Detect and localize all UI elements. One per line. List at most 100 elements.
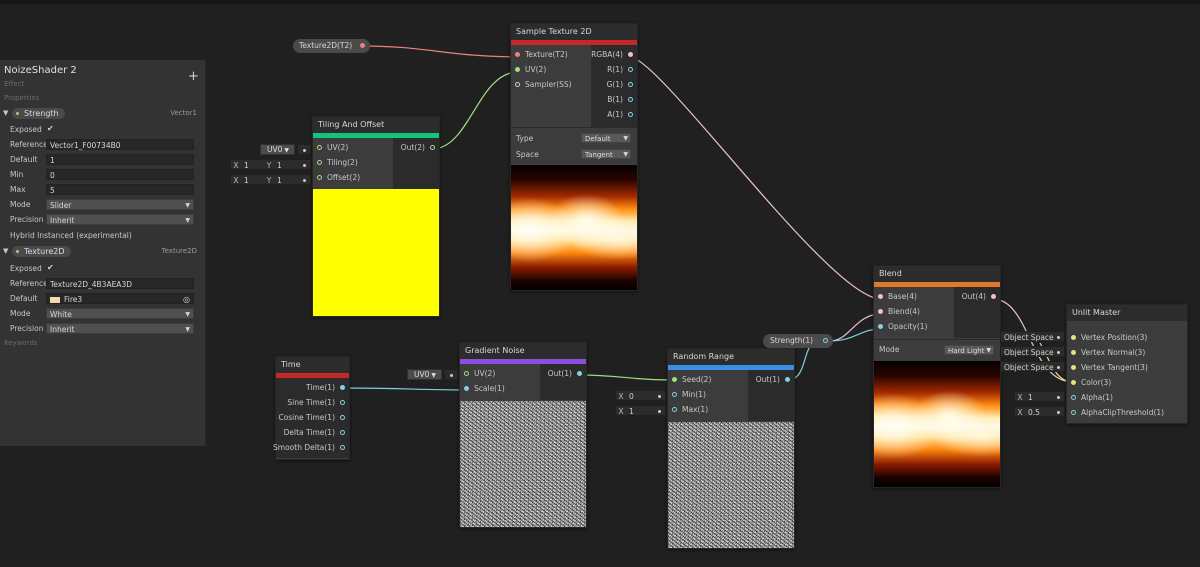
wire-sample-rgba-to-blend-base[interactable]: [629, 56, 882, 300]
output-port-dot-icon[interactable]: [340, 445, 345, 450]
node-title[interactable]: Tiling And Offset: [313, 117, 439, 133]
min-field[interactable]: 0: [626, 391, 634, 402]
precision-dropdown[interactable]: Inherit ▼: [46, 214, 194, 225]
reference-field[interactable]: Vector1_F00734B0: [46, 139, 194, 150]
input-port-dot-icon[interactable]: [672, 392, 677, 397]
input-port-dot-icon[interactable]: [1071, 365, 1076, 370]
input-port-dot-icon[interactable]: [1071, 395, 1076, 400]
node-title[interactable]: Sample Texture 2D: [511, 24, 637, 40]
precision-dropdown[interactable]: Inherit ▼: [46, 323, 194, 334]
input-port-dot-icon[interactable]: [515, 82, 520, 87]
alpha-clip-value-input[interactable]: X 0.5: [1014, 406, 1065, 417]
max-field[interactable]: 5: [46, 184, 194, 195]
node-title[interactable]: Random Range: [668, 349, 794, 365]
row-hybrid[interactable]: Hybrid Instanced (experimental): [0, 229, 205, 243]
output-port-cosine-time[interactable]: Cosine Time(1): [278, 411, 345, 425]
type-dropdown[interactable]: Default ▼: [581, 133, 631, 143]
output-port-out[interactable]: Out(2): [401, 141, 435, 155]
wire-tiling-to-sample-uv[interactable]: [431, 71, 519, 150]
gradient-noise-node[interactable]: Gradient Noise UV(2) Scale(1) Out(1): [459, 342, 587, 528]
output-port-delta-time[interactable]: Delta Time(1): [284, 426, 345, 440]
plus-icon[interactable]: +: [188, 69, 199, 84]
blend-mode-dropdown[interactable]: Hard Light ▼: [944, 345, 994, 355]
exposed-checkbox[interactable]: ✔: [47, 263, 54, 272]
random-range-node[interactable]: Random Range Seed(2) Min(1) Max(1) Out(1…: [667, 348, 795, 549]
uv-channel-dropdown[interactable]: UV0 ▼: [260, 144, 295, 155]
output-port-dot-icon[interactable]: [340, 400, 345, 405]
input-port-dot-icon[interactable]: [878, 309, 883, 314]
exposed-checkbox[interactable]: ✔: [47, 124, 54, 133]
input-port-dot-icon[interactable]: [317, 145, 322, 150]
alpha-field[interactable]: 1: [1025, 392, 1033, 403]
output-port-g[interactable]: G(1): [607, 78, 633, 92]
input-port-dot-icon[interactable]: [1071, 380, 1076, 385]
input-port-uv[interactable]: UV(2): [464, 367, 495, 381]
input-port-dot-icon[interactable]: [464, 371, 469, 376]
input-port-sampler[interactable]: Sampler(SS): [515, 78, 572, 92]
input-port-uv[interactable]: UV(2): [317, 141, 348, 155]
output-port-dot-icon[interactable]: [577, 371, 582, 376]
output-port-rgba[interactable]: RGBA(4): [591, 48, 633, 62]
offset-x-field[interactable]: 1: [241, 175, 264, 186]
output-port-sine-time[interactable]: Sine Time(1): [287, 396, 345, 410]
input-port-blend[interactable]: Blend(4): [878, 305, 920, 319]
input-port-dot-icon[interactable]: [515, 67, 520, 72]
input-port-opacity[interactable]: Opacity(1): [878, 320, 927, 334]
texture2d-property-node[interactable]: Texture2D(T2): [293, 39, 370, 53]
output-port-dot-icon[interactable]: [628, 82, 633, 87]
input-port-vertex-tangent[interactable]: Vertex Tangent(3): [1071, 361, 1148, 375]
input-port-dot-icon[interactable]: [672, 377, 677, 382]
node-title[interactable]: Gradient Noise: [460, 343, 586, 359]
min-field[interactable]: 0: [46, 169, 194, 180]
texture-object-field[interactable]: Fire3 ◎: [46, 293, 194, 304]
object-picker-icon[interactable]: ◎: [183, 294, 190, 305]
sample-texture-2d-node[interactable]: Sample Texture 2D Texture(T2) UV(2) Samp…: [510, 23, 638, 291]
alpha-value-input[interactable]: X1: [1014, 391, 1065, 402]
output-port-out[interactable]: Out(1): [548, 367, 582, 381]
output-port-smooth-delta[interactable]: Smooth Delta(1): [273, 441, 345, 455]
strength-property-node[interactable]: Strength(1): [763, 334, 833, 348]
input-port-max[interactable]: Max(1): [672, 403, 708, 417]
output-port-icon[interactable]: [823, 338, 828, 343]
input-port-alpha[interactable]: Alpha(1): [1071, 391, 1113, 405]
output-port-icon[interactable]: [360, 43, 365, 48]
output-port-dot-icon[interactable]: [340, 430, 345, 435]
uv-channel-dropdown[interactable]: UV0 ▼: [407, 369, 442, 380]
max-value-input[interactable]: X1: [615, 405, 666, 416]
mode-dropdown[interactable]: White ▼: [46, 308, 194, 319]
input-port-scale[interactable]: Scale(1): [464, 382, 505, 396]
input-port-dot-icon[interactable]: [878, 324, 883, 329]
output-port-a[interactable]: A(1): [607, 108, 633, 122]
vertex-tangent-space-input[interactable]: Object Space: [1000, 361, 1065, 372]
input-port-dot-icon[interactable]: [878, 294, 883, 299]
tiling-x-field[interactable]: 1: [241, 160, 264, 171]
output-port-dot-icon[interactable]: [628, 97, 633, 102]
output-port-dot-icon[interactable]: [628, 67, 633, 72]
input-port-dot-icon[interactable]: [515, 52, 520, 57]
output-port-r[interactable]: R(1): [607, 63, 633, 77]
max-field[interactable]: 1: [626, 406, 634, 417]
node-title[interactable]: Blend: [874, 266, 1000, 282]
output-port-dot-icon[interactable]: [340, 415, 345, 420]
output-port-b[interactable]: B(1): [607, 93, 633, 107]
input-port-vertex-normal[interactable]: Vertex Normal(3): [1071, 346, 1145, 360]
node-title[interactable]: Unlit Master: [1067, 305, 1187, 321]
property-strength-header[interactable]: ▼ Strength Vector1: [0, 107, 205, 121]
property-pill-texture[interactable]: Texture2D: [12, 246, 71, 257]
space-dropdown[interactable]: Tangent ▼: [581, 149, 631, 159]
input-port-dot-icon[interactable]: [1071, 335, 1076, 340]
output-port-dot-icon[interactable]: [430, 145, 435, 150]
input-port-dot-icon[interactable]: [317, 175, 322, 180]
input-port-base[interactable]: Base(4): [878, 290, 917, 304]
min-value-input[interactable]: X0: [615, 390, 666, 401]
input-port-seed[interactable]: Seed(2): [672, 373, 711, 387]
tiling-and-offset-node[interactable]: Tiling And Offset UV(2) Tiling(2) Offset…: [312, 116, 440, 317]
output-port-dot-icon[interactable]: [628, 52, 633, 57]
input-port-dot-icon[interactable]: [317, 160, 322, 165]
input-port-tiling[interactable]: Tiling(2): [317, 156, 358, 170]
wire-texture-to-sample[interactable]: [359, 45, 519, 58]
property-texture-header[interactable]: ▼ Texture2D Texture2D: [0, 245, 205, 259]
tiling-y-field[interactable]: 1: [274, 160, 282, 171]
uv-connector[interactable]: [297, 144, 311, 155]
alpha-clip-field[interactable]: 0.5: [1025, 407, 1040, 418]
